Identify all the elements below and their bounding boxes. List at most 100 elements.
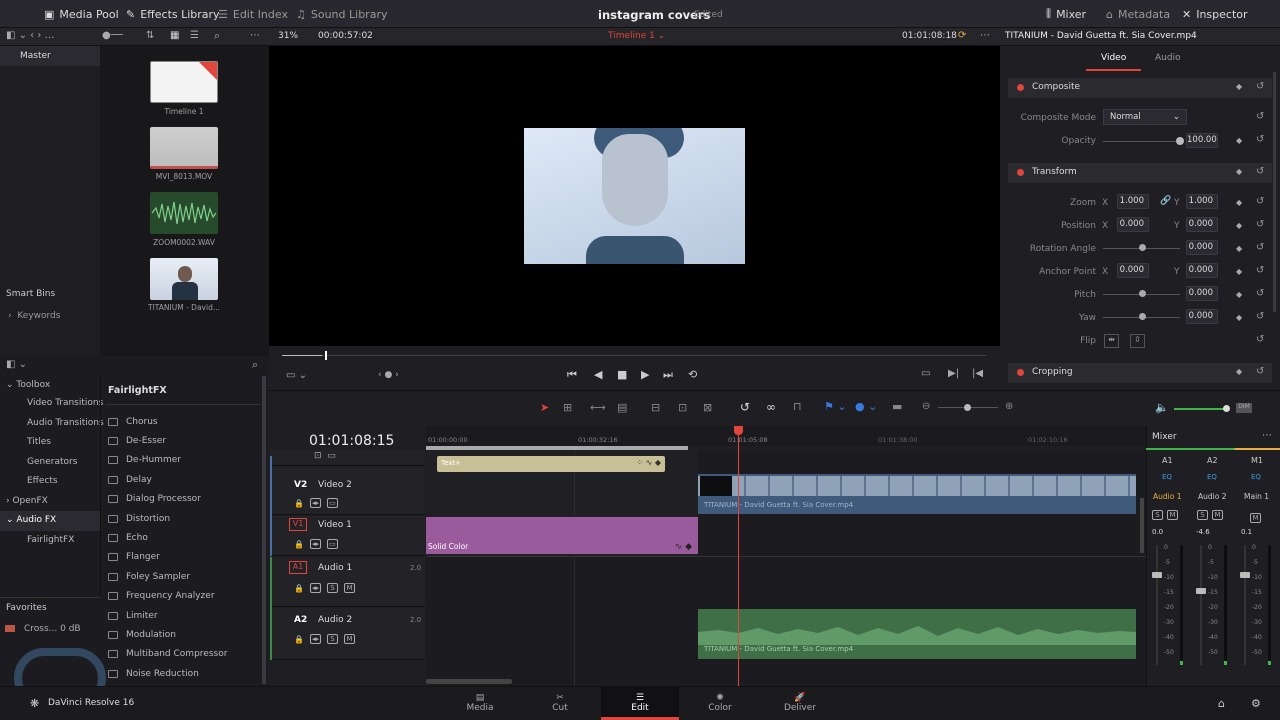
keyframe-icon[interactable]: ◆ xyxy=(1236,313,1242,322)
timeline-hscrollbar[interactable] xyxy=(426,679,512,684)
inspector-button[interactable]: ✕ Inspector xyxy=(1182,0,1248,28)
panel-toggle-icon[interactable]: ◧ ⌄ xyxy=(6,359,27,370)
selection-tool-icon[interactable]: ➤ xyxy=(540,401,549,414)
effect-item[interactable]: De-Hummer xyxy=(108,451,258,470)
timeline-zoom-knob[interactable] xyxy=(964,404,971,411)
tree-item[interactable]: Titles xyxy=(27,433,51,453)
track-visibility-icon[interactable]: ▭ xyxy=(326,498,338,508)
mixer-more-icon[interactable]: ⋯ xyxy=(1262,430,1272,441)
trim-tool-icon[interactable]: ⊞ xyxy=(563,401,572,414)
jog-icon[interactable]: ‹ ● › xyxy=(378,370,399,380)
media-pool-button[interactable]: ▣ Media Pool xyxy=(44,0,119,28)
blade-tool-icon[interactable]: ▤ xyxy=(617,401,627,414)
auto-select-icon[interactable]: ◂▸ xyxy=(309,634,321,644)
link-icon[interactable]: 🔗 xyxy=(1160,196,1171,206)
rotation-slider-knob[interactable] xyxy=(1139,244,1146,251)
timeline-thumbnail[interactable] xyxy=(150,61,218,103)
eq-badge[interactable]: EQ xyxy=(1251,473,1261,481)
audio-thumbnail[interactable] xyxy=(150,192,218,234)
overwrite-clip-icon[interactable]: ⊡ xyxy=(678,401,687,414)
favorite-item[interactable]: Cross... 0 dB xyxy=(24,624,81,634)
reset-icon[interactable]: ↺ xyxy=(1256,311,1264,322)
dim-button[interactable]: DIM xyxy=(1236,403,1252,413)
effect-item[interactable]: Flanger xyxy=(108,548,258,567)
stop-icon[interactable]: ■ xyxy=(617,368,627,381)
tree-item[interactable]: Effects xyxy=(27,472,58,492)
keyframe-icon[interactable]: ◆ xyxy=(1236,167,1242,176)
marker-icon[interactable]: ● ⌄ xyxy=(855,400,877,413)
zoom-in-icon[interactable]: ⊕ xyxy=(1005,401,1013,412)
yaw-field[interactable]: 0.000 xyxy=(1186,309,1218,324)
keyframe-icon[interactable]: ◆ xyxy=(1236,367,1242,376)
yaw-slider-knob[interactable] xyxy=(1139,313,1146,320)
audiofx-item[interactable]: ⌄ Audio FX xyxy=(6,511,56,531)
timeline-view-icon[interactable]: ▬ xyxy=(892,400,902,413)
search-icon[interactable]: ⌕ xyxy=(252,358,258,372)
text-clip[interactable]: Text+ ⁘ ∿ ◆ xyxy=(437,456,665,472)
reset-icon[interactable]: ↺ xyxy=(1256,166,1264,177)
sound-library-button[interactable]: ♫ Sound Library xyxy=(296,0,387,28)
fader-track[interactable] xyxy=(1156,545,1158,665)
lock-icon[interactable]: 🔒 xyxy=(294,499,304,508)
flip-horizontal-icon[interactable]: ⇹ xyxy=(1104,334,1119,348)
pitch-slider-knob[interactable] xyxy=(1139,290,1146,297)
page-color[interactable]: ✺ Color xyxy=(681,686,759,720)
inspector-scrollbar[interactable] xyxy=(1273,72,1276,312)
effects-scrollbar[interactable] xyxy=(262,376,266,684)
mute-button[interactable]: M xyxy=(343,583,355,593)
inspector-tab-video[interactable]: Video xyxy=(1101,53,1126,63)
pitch-field[interactable]: 0.000 xyxy=(1186,286,1218,301)
keyframe-icon[interactable]: ◆ xyxy=(1236,290,1242,299)
cropping-enable-toggle[interactable] xyxy=(1017,369,1024,376)
effect-item[interactable]: Chorus xyxy=(108,412,258,431)
dynamic-trim-icon[interactable]: ⟷ xyxy=(590,401,606,414)
track-visibility-icon[interactable]: ▭ xyxy=(326,539,338,549)
search-icon[interactable]: ⌕ xyxy=(214,29,220,43)
auto-select-icon[interactable]: ◂▸ xyxy=(309,583,321,593)
playhead-handle[interactable] xyxy=(734,426,743,435)
volume-icon[interactable]: 🔈 xyxy=(1155,401,1169,414)
effect-item[interactable]: Echo xyxy=(108,528,258,547)
effect-item[interactable]: Foley Sampler xyxy=(108,567,258,586)
solo-button[interactable]: S xyxy=(326,634,338,644)
tree-item[interactable]: Generators xyxy=(27,453,77,473)
mute-button[interactable]: M xyxy=(1167,510,1178,520)
mixer-button[interactable]: ⫼ Mixer xyxy=(1046,0,1086,28)
auto-select-icon[interactable]: ◂▸ xyxy=(309,498,321,508)
keyframe-icon[interactable]: ◆ xyxy=(1236,221,1242,230)
go-to-start-icon[interactable]: ⏮ xyxy=(567,368,577,382)
reset-icon[interactable]: ↺ xyxy=(1256,265,1264,276)
auto-select-icon[interactable]: ◂▸ xyxy=(309,539,321,549)
keywords-bin[interactable]: › Keywords xyxy=(8,311,60,321)
playhead[interactable] xyxy=(738,426,739,686)
master-volume-knob[interactable] xyxy=(1223,405,1230,412)
reset-icon[interactable]: ↺ xyxy=(1256,242,1264,253)
scrub-bar[interactable] xyxy=(282,355,986,356)
mute-button[interactable]: M xyxy=(1212,510,1223,520)
edit-index-button[interactable]: ☰ Edit Index xyxy=(218,0,288,28)
snapping-icon[interactable]: ↺ xyxy=(740,400,750,414)
openfx-item[interactable]: › OpenFX xyxy=(6,492,48,512)
fader-track[interactable] xyxy=(1200,545,1202,665)
reset-icon[interactable]: ↺ xyxy=(1256,81,1264,92)
mixer-channel[interactable]: A2 xyxy=(1207,456,1218,465)
mute-button[interactable]: M xyxy=(1250,513,1261,523)
solo-button[interactable]: S xyxy=(326,583,338,593)
composite-mode-dropdown[interactable]: Normal ⌄ xyxy=(1103,109,1187,125)
page-deliver[interactable]: 🚀 Deliver xyxy=(761,686,839,720)
titanium-thumbnail[interactable] xyxy=(150,258,218,300)
panel-toggle-icon[interactable]: ◧ ⌄ ‹ › … xyxy=(6,30,55,41)
mute-button[interactable]: M xyxy=(343,634,355,644)
flag-icon[interactable]: ⚑ ⌄ xyxy=(824,400,847,413)
effect-item[interactable]: Delay xyxy=(108,470,258,489)
slider-dot-icon[interactable]: ●── xyxy=(102,30,123,41)
mixer-channel[interactable]: M1 xyxy=(1251,456,1263,465)
audio-clip[interactable]: TITANIUM - David Guetta ft. Sia Cover.mp… xyxy=(698,609,1136,659)
effect-item[interactable]: Dialog Processor xyxy=(108,490,258,509)
list-view-icon[interactable]: ☰ xyxy=(190,30,199,41)
reset-icon[interactable]: ↺ xyxy=(1256,111,1264,122)
viewer-more-icon[interactable]: ⋯ xyxy=(980,30,990,41)
fader-knob[interactable] xyxy=(1152,572,1162,578)
zoom-x-field[interactable]: 1.000 xyxy=(1117,194,1149,209)
opacity-slider-knob[interactable] xyxy=(1176,137,1184,145)
